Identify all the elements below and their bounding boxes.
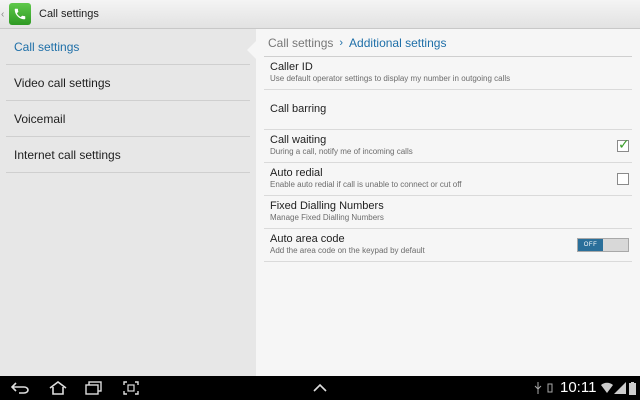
action-bar: ‹ Call settings	[0, 0, 640, 29]
setting-call-waiting[interactable]: Call waiting During a call, notify me of…	[264, 130, 632, 163]
setting-auto-area-code[interactable]: Auto area code Add the area code on the …	[264, 229, 632, 262]
setting-title: Auto redial	[270, 167, 323, 179]
menu-item-voicemail[interactable]: Voicemail	[6, 101, 250, 137]
wifi-icon	[601, 380, 613, 396]
menu-item-internet-call-settings[interactable]: Internet call settings	[6, 137, 250, 173]
auto-redial-checkbox[interactable]	[617, 173, 629, 185]
setting-fixed-dialling-numbers[interactable]: Fixed Dialling Numbers Manage Fixed Dial…	[264, 196, 632, 229]
mini-apps-tray-icon[interactable]	[311, 380, 329, 396]
usb-icon	[533, 380, 543, 396]
settings-detail: Call settings › Additional settings Call…	[256, 29, 640, 376]
breadcrumb-separator-icon: ›	[339, 36, 344, 49]
menu-item-call-settings[interactable]: Call settings	[6, 29, 250, 65]
menu-item-video-call-settings[interactable]: Video call settings	[6, 65, 250, 101]
toggle-label: OFF	[578, 239, 603, 251]
setting-subtitle: Manage Fixed Dialling Numbers	[270, 213, 384, 222]
setting-auto-redial[interactable]: Auto redial Enable auto redial if call i…	[264, 163, 632, 196]
back-chevron-icon[interactable]: ‹	[1, 0, 7, 29]
back-icon[interactable]	[10, 380, 30, 396]
setting-call-barring[interactable]: Call barring	[264, 90, 632, 130]
checkmark-icon: ✓	[618, 136, 630, 152]
settings-menu: Call settings Video call settings Voicem…	[0, 29, 256, 376]
battery-icon	[628, 380, 636, 396]
breadcrumb: Call settings › Additional settings	[264, 29, 632, 57]
setting-subtitle: Use default operator settings to display…	[270, 74, 511, 83]
system-nav-bar: 10:11	[0, 376, 640, 400]
home-icon[interactable]	[47, 380, 69, 396]
breadcrumb-current: Additional settings	[349, 35, 447, 50]
screenshot-icon[interactable]	[122, 380, 140, 396]
signal-icon	[614, 380, 626, 396]
setting-subtitle: During a call, notify me of incoming cal…	[270, 147, 413, 156]
setting-title: Fixed Dialling Numbers	[270, 200, 384, 212]
page-title: Call settings	[39, 8, 99, 20]
setting-title: Caller ID	[270, 61, 313, 73]
setting-title: Call barring	[270, 103, 327, 115]
status-clock: 10:11	[560, 379, 597, 396]
setting-title: Call waiting	[270, 134, 327, 146]
setting-caller-id[interactable]: Caller ID Use default operator settings …	[264, 57, 632, 90]
breadcrumb-parent[interactable]: Call settings	[268, 36, 333, 50]
setting-subtitle: Enable auto redial if call is unable to …	[270, 180, 462, 189]
call-waiting-checkbox[interactable]: ✓	[617, 136, 630, 152]
auto-area-code-toggle[interactable]: OFF	[577, 238, 629, 252]
phone-app-icon[interactable]	[9, 3, 31, 25]
recent-apps-icon[interactable]	[84, 380, 104, 396]
phone-icon	[14, 8, 26, 20]
selection-indicator	[247, 41, 256, 59]
notification-icon	[545, 380, 555, 396]
